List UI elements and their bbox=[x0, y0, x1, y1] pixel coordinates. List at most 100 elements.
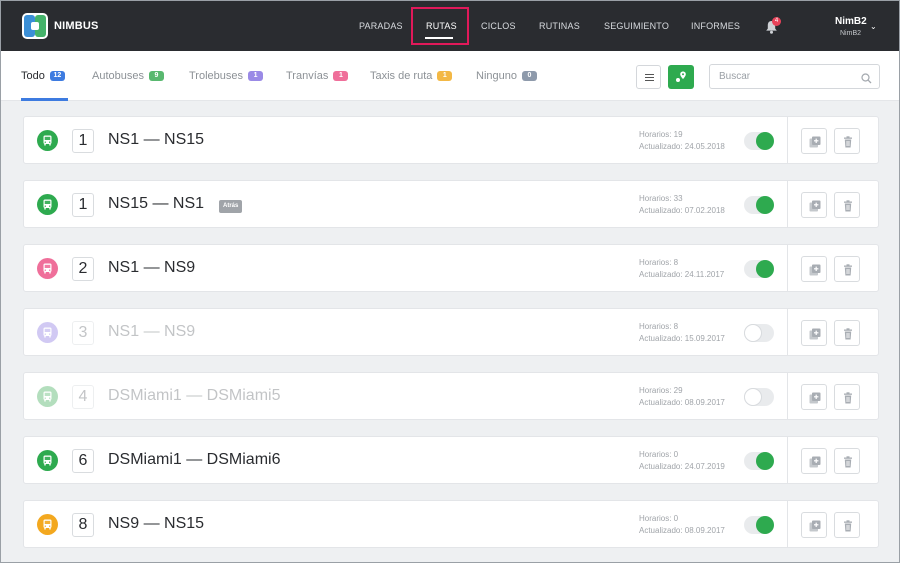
tab-label: Tranvías bbox=[286, 70, 329, 82]
nav-rutinas[interactable]: RUTINAS bbox=[539, 21, 580, 31]
schedules-count: Horarios: 33 bbox=[639, 194, 683, 203]
route-enabled-toggle[interactable] bbox=[744, 196, 774, 214]
route-number: 8 bbox=[72, 513, 94, 537]
search-input[interactable] bbox=[709, 64, 880, 89]
delete-button[interactable] bbox=[834, 320, 860, 346]
schedules-count: Horarios: 0 bbox=[639, 514, 679, 523]
trash-icon bbox=[844, 136, 852, 148]
delete-button[interactable] bbox=[834, 512, 860, 538]
route-name[interactable]: NS15 — NS1 bbox=[108, 195, 204, 213]
updated-date: Actualizado: 08.09.2017 bbox=[639, 398, 725, 407]
bus-icon bbox=[37, 450, 58, 471]
route-enabled-toggle[interactable] bbox=[744, 324, 774, 342]
tab-tranvias[interactable]: Tranvías 1 bbox=[286, 70, 349, 82]
nav-seguimiento[interactable]: SEGUIMIENTO bbox=[604, 21, 669, 31]
list-view-button[interactable] bbox=[636, 65, 661, 89]
route-pin-icon bbox=[676, 71, 686, 82]
trash-icon bbox=[844, 456, 852, 468]
route-number: 2 bbox=[72, 257, 94, 281]
route-meta: Horarios: 29 Actualizado: 08.09.2017 bbox=[639, 385, 725, 409]
updated-date: Actualizado: 08.09.2017 bbox=[639, 526, 725, 535]
divider bbox=[787, 181, 788, 227]
tab-label: Trolebuses bbox=[189, 70, 244, 82]
duplicate-button[interactable] bbox=[801, 448, 827, 474]
tab-todo[interactable]: Todo 12 bbox=[21, 70, 65, 82]
route-enabled-toggle[interactable] bbox=[744, 260, 774, 278]
delete-button[interactable] bbox=[834, 384, 860, 410]
trash-icon bbox=[844, 520, 852, 532]
route-name[interactable]: NS1 — NS9 bbox=[108, 259, 195, 277]
trash-icon bbox=[844, 200, 852, 212]
duplicate-button[interactable] bbox=[801, 512, 827, 538]
user-name[interactable]: NimB2 bbox=[835, 16, 867, 27]
route-enabled-toggle[interactable] bbox=[744, 388, 774, 406]
route-number: 4 bbox=[72, 385, 94, 409]
nimbus-logo[interactable] bbox=[22, 13, 48, 39]
route-number: 1 bbox=[72, 193, 94, 217]
nav-informes[interactable]: INFORMES bbox=[691, 21, 740, 31]
updated-date: Actualizado: 07.02.2018 bbox=[639, 206, 725, 215]
chevron-down-icon[interactable]: ⌄ bbox=[870, 22, 877, 31]
nav-ciclos[interactable]: CICLOS bbox=[481, 21, 516, 31]
route-card[interactable]: 1 NS15 — NS1 Horarios: 33 Actualizado: 0… bbox=[23, 180, 879, 228]
duplicate-button[interactable] bbox=[801, 320, 827, 346]
route-meta: Horarios: 0 Actualizado: 24.07.2019 bbox=[639, 449, 725, 473]
user-subtitle: NimB2 bbox=[840, 30, 862, 37]
tab-taxis-de-ruta[interactable]: Taxis de ruta 1 bbox=[370, 70, 453, 82]
schedules-count: Horarios: 8 bbox=[639, 322, 679, 331]
route-enabled-toggle[interactable] bbox=[744, 452, 774, 470]
route-name[interactable]: NS1 — NS15 bbox=[108, 131, 204, 149]
divider bbox=[787, 245, 788, 291]
route-name[interactable]: NS1 — NS9 bbox=[108, 323, 195, 341]
route-card[interactable]: 3 NS1 — NS9 Horarios: 8 Actualizado: 15.… bbox=[23, 308, 879, 356]
duplicate-button[interactable] bbox=[801, 192, 827, 218]
active-tab-underline bbox=[21, 98, 68, 101]
notification-badge: 4 bbox=[772, 17, 781, 26]
delete-button[interactable] bbox=[834, 128, 860, 154]
route-enabled-toggle[interactable] bbox=[744, 132, 774, 150]
route-card[interactable]: 4 DSMiami1 — DSMiami5 Horarios: 29 Actua… bbox=[23, 372, 879, 420]
route-enabled-toggle[interactable] bbox=[744, 516, 774, 534]
delete-button[interactable] bbox=[834, 448, 860, 474]
count-badge: 1 bbox=[437, 71, 453, 81]
nav-paradas[interactable]: PARADAS bbox=[359, 21, 403, 31]
route-card[interactable]: 6 DSMiami1 — DSMiami6 Horarios: 0 Actual… bbox=[23, 436, 879, 484]
duplicate-button[interactable] bbox=[801, 384, 827, 410]
route-meta: Horarios: 33 Actualizado: 07.02.2018 bbox=[639, 193, 725, 217]
divider bbox=[787, 117, 788, 163]
back-direction-tag: Atrás bbox=[219, 200, 243, 213]
schedules-count: Horarios: 0 bbox=[639, 450, 679, 459]
tab-label: Taxis de ruta bbox=[370, 70, 433, 82]
duplicate-button[interactable] bbox=[801, 256, 827, 282]
copy-icon bbox=[809, 136, 821, 148]
search-icon[interactable] bbox=[861, 71, 872, 84]
count-badge: 9 bbox=[148, 71, 164, 81]
tab-trolebuses[interactable]: Trolebuses 1 bbox=[189, 70, 264, 82]
tab-label: Autobuses bbox=[92, 70, 144, 82]
copy-icon bbox=[809, 520, 821, 532]
route-card[interactable]: 1 NS1 — NS15 Horarios: 19 Actualizado: 2… bbox=[23, 116, 879, 164]
route-card[interactable]: 8 NS9 — NS15 Horarios: 0 Actualizado: 08… bbox=[23, 500, 879, 548]
bus-icon bbox=[37, 386, 58, 407]
route-number: 6 bbox=[72, 449, 94, 473]
divider bbox=[787, 373, 788, 419]
divider bbox=[787, 501, 788, 547]
route-meta: Horarios: 8 Actualizado: 15.09.2017 bbox=[639, 321, 725, 345]
copy-icon bbox=[809, 456, 821, 468]
route-name[interactable]: NS9 — NS15 bbox=[108, 515, 204, 533]
copy-icon bbox=[809, 392, 821, 404]
tab-autobuses[interactable]: Autobuses 9 bbox=[92, 70, 164, 82]
delete-button[interactable] bbox=[834, 192, 860, 218]
duplicate-button[interactable] bbox=[801, 128, 827, 154]
route-name[interactable]: DSMiami1 — DSMiami6 bbox=[108, 451, 280, 469]
delete-button[interactable] bbox=[834, 256, 860, 282]
bus-icon bbox=[37, 514, 58, 535]
updated-date: Actualizado: 24.05.2018 bbox=[639, 142, 725, 151]
route-card[interactable]: 2 NS1 — NS9 Horarios: 8 Actualizado: 24.… bbox=[23, 244, 879, 292]
tab-ninguno[interactable]: Ninguno 0 bbox=[476, 70, 537, 82]
route-name[interactable]: DSMiami1 — DSMiami5 bbox=[108, 387, 280, 405]
filter-bar: Todo 12 Autobuses 9 Trolebuses 1 Tranvía… bbox=[1, 51, 899, 101]
count-badge: 12 bbox=[49, 71, 65, 81]
add-route-button[interactable] bbox=[668, 65, 694, 89]
count-badge: 0 bbox=[521, 71, 537, 81]
